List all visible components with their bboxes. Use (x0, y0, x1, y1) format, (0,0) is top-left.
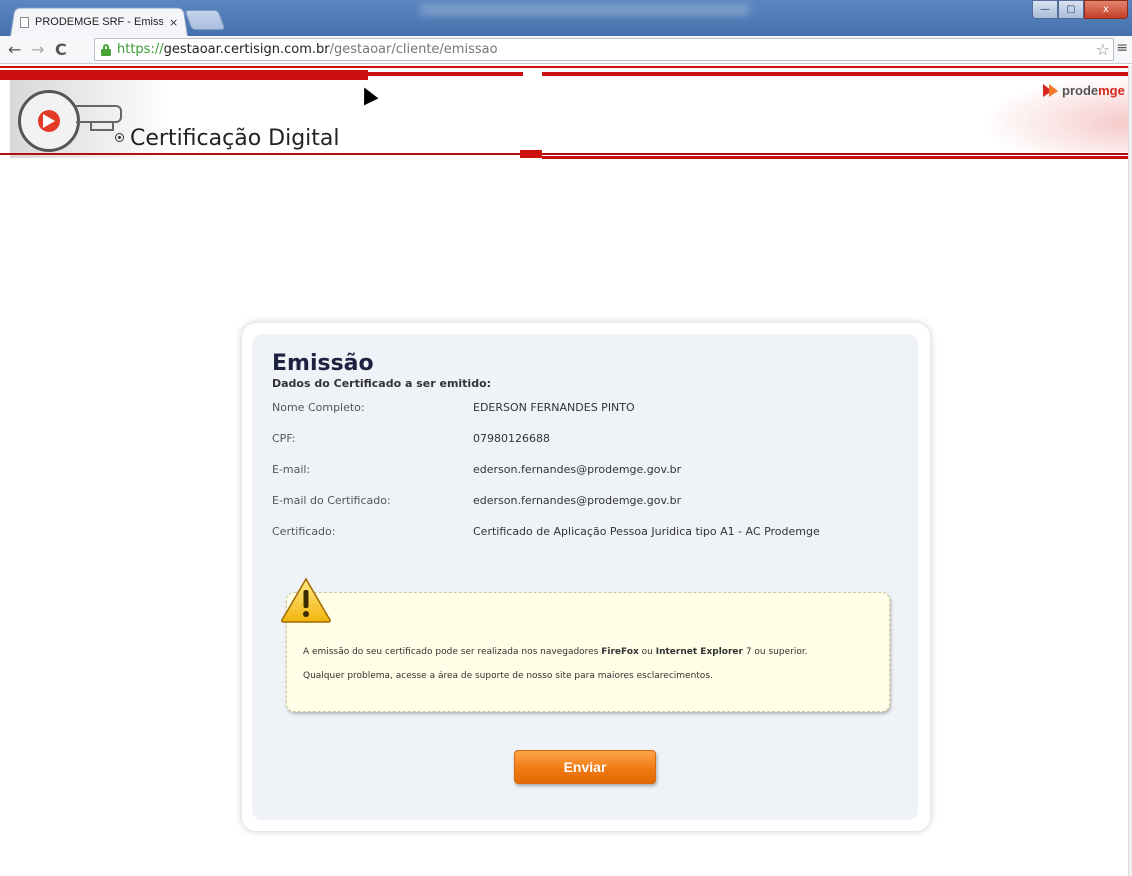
header-bottom-notch (520, 150, 542, 158)
header-red-bar (0, 70, 368, 80)
field-value-certificado: Certificado de Aplicação Pessoa Juridica… (473, 525, 820, 538)
header-top-line (0, 66, 1132, 68)
prodemge-arrow-icon (1043, 84, 1059, 97)
site-title: Certificação Digital (115, 126, 340, 151)
browser-menu-icon[interactable]: ≡ (1116, 40, 1128, 56)
field-label-certificado: Certificado: (272, 525, 336, 538)
field-value-email-certificado: ederson.fernandes@prodemge.gov.br (473, 494, 682, 507)
close-window-button[interactable]: x (1084, 0, 1128, 19)
page-icon (20, 16, 29, 28)
warning-line-1: A emissão do seu certificado pode ser re… (303, 647, 808, 657)
window-title-blur (420, 4, 750, 16)
warning-box: A emissão do seu certificado pode ser re… (286, 592, 890, 712)
new-tab-button[interactable] (184, 10, 226, 30)
header-red-bar-3 (542, 72, 1132, 76)
url-text[interactable]: https://gestaoar.certisign.com.br/gestao… (117, 42, 498, 57)
forward-button[interactable]: → (31, 40, 44, 59)
field-value-nome: EDERSON FERNANDES PINTO (473, 401, 635, 414)
warning-icon (281, 577, 331, 623)
section-subtitle: Dados do Certificado a ser emitido: (272, 377, 492, 390)
mouse-cursor-icon (357, 83, 379, 106)
header-bottom-line-2 (542, 156, 1132, 159)
back-button[interactable]: ← (8, 40, 21, 59)
field-label-email-certificado: E-mail do Certificado: (272, 494, 391, 507)
reload-button[interactable]: C (55, 40, 67, 59)
browser-toolbar: ← → C https://gestaoar.certisign.com.br/… (0, 36, 1132, 64)
lock-icon (101, 43, 111, 56)
emissao-card: Emissão Dados do Certificado a ser emiti… (242, 323, 930, 831)
field-label-cpf: CPF: (272, 432, 296, 445)
header-bottom-line (0, 153, 1132, 155)
emissao-panel: Emissão Dados do Certificado a ser emiti… (252, 334, 918, 820)
warning-line-2: Qualquer problema, acesse a área de supo… (303, 671, 713, 681)
bullet-icon (115, 133, 124, 142)
tab-title: PRODEMGE SRF - Emissão (35, 16, 163, 28)
field-label-email: E-mail: (272, 463, 311, 476)
submit-button[interactable]: Enviar (514, 750, 656, 784)
key-logo (76, 105, 122, 123)
header-red-bar-2 (368, 72, 523, 76)
tab-close-icon[interactable]: × (169, 16, 178, 29)
field-value-email: ederson.fernandes@prodemge.gov.br (473, 463, 682, 476)
address-bar[interactable]: https://gestaoar.certisign.com.br/gestao… (94, 38, 1114, 61)
field-label-nome: Nome Completo: (272, 401, 365, 414)
prodemge-logo[interactable]: prodemge (1043, 83, 1125, 98)
browser-tab-content[interactable]: PRODEMGE SRF - Emissão × (20, 12, 188, 32)
bookmark-star-icon[interactable]: ☆ (1096, 40, 1110, 59)
key-tooth (90, 123, 114, 131)
certificacao-digital-seal-logo (18, 90, 80, 152)
page-title: Emissão (272, 351, 374, 376)
window-controls: — ▢ x (1032, 0, 1128, 19)
scrollbar[interactable] (1128, 65, 1132, 876)
maximize-button[interactable]: ▢ (1058, 0, 1084, 19)
browser-tab-bar: PRODEMGE SRF - Emissão × — ▢ x (0, 0, 1132, 37)
minimize-button[interactable]: — (1032, 0, 1058, 19)
field-value-cpf: 07980126688 (473, 432, 550, 445)
